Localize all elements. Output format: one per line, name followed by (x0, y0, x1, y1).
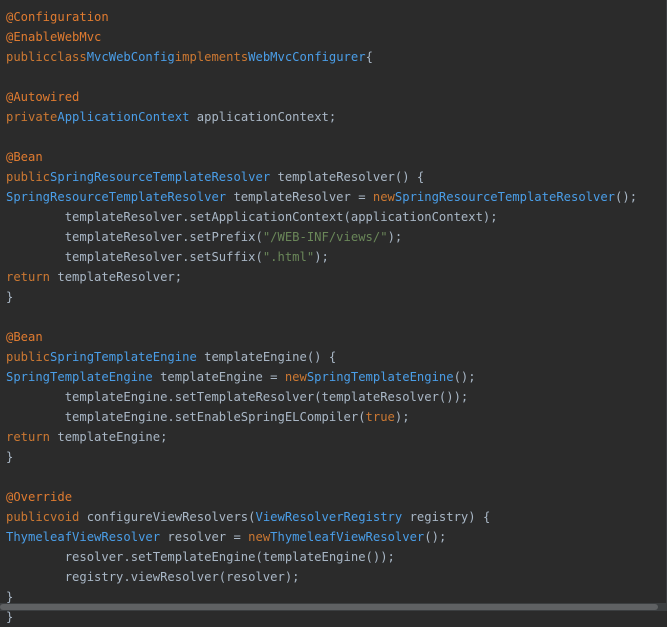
horizontal-scrollbar[interactable] (0, 603, 666, 611)
code-token-plain: templateResolver() { (270, 170, 425, 184)
code-token-plain: registry) { (402, 510, 491, 524)
code-line: publicclassMvcWebConfigimplementsWebMvcC… (6, 47, 666, 67)
code-line: @Autowired (6, 87, 666, 107)
code-token-plain: (); (453, 370, 476, 384)
code-token-plain: (); (615, 190, 638, 204)
code-token-keyword: return (6, 270, 51, 284)
code-token-type: SpringTemplateEngine (6, 370, 153, 384)
code-line: SpringTemplateEngine templateEngine = ne… (6, 367, 666, 387)
code-token-plain: ); (394, 410, 410, 424)
code-token-plain: { (365, 50, 373, 64)
code-token-plain: } (6, 450, 14, 464)
code-token-type: WebMvcConfigurer (248, 50, 366, 64)
code-token-keyword: private (6, 110, 58, 124)
code-token-annotation: @Bean (6, 330, 43, 344)
code-token-plain: templateEngine.setEnableSpringELCompiler… (6, 410, 366, 424)
code-line: return templateResolver; (6, 267, 666, 287)
code-line: SpringResourceTemplateResolver templateR… (6, 187, 666, 207)
code-token-annotation: @Configuration (6, 10, 109, 24)
code-line: } (6, 287, 666, 307)
code-line: templateEngine.setTemplateResolver(templ… (6, 387, 666, 407)
code-token-plain: applicationContext; (189, 110, 337, 124)
code-token-type: ThymeleafViewResolver (270, 530, 425, 544)
code-token-plain: templateResolver = (226, 190, 373, 204)
code-line: return templateEngine; (6, 427, 666, 447)
code-line: templateResolver.setApplicationContext(a… (6, 207, 666, 227)
code-line: resolver.setTemplateEngine(templateEngin… (6, 547, 666, 567)
code-token-type: ThymeleafViewResolver (6, 530, 161, 544)
code-token-keyword: publicclass (6, 50, 87, 64)
code-line: } (6, 447, 666, 467)
code-token-keyword: return (6, 430, 51, 444)
code-token-plain: templateEngine = (152, 370, 285, 384)
code-token-plain: resolver = (160, 530, 249, 544)
code-token-plain: templateResolver.setPrefix( (6, 230, 263, 244)
code-token-type: SpringResourceTemplateResolver (6, 190, 227, 204)
code-line: privateApplicationContext applicationCon… (6, 107, 666, 127)
code-token-type: SpringTemplateEngine (306, 370, 454, 384)
code-token-plain: templateResolver.setApplicationContext(a… (6, 210, 498, 224)
code-area: @Configuration @EnableWebMvc publicclassMv… (6, 7, 666, 627)
code-token-annotation: @EnableWebMvc (6, 30, 102, 44)
code-token-plain: templateResolver; (50, 270, 183, 284)
code-token-string: ".html" (262, 250, 315, 264)
code-token-keyword: new (248, 530, 271, 544)
code-line: registry.viewResolver(resolver); (6, 567, 666, 587)
scrollbar-thumb[interactable] (0, 604, 658, 610)
code-line: @Bean (6, 327, 666, 347)
code-token-plain: templateEngine() { (196, 350, 337, 364)
code-editor: @Configuration @EnableWebMvc publicclassMv… (0, 0, 667, 624)
code-token-plain: } (6, 290, 14, 304)
code-line: @Bean (6, 147, 666, 167)
code-token-type: ViewResolverRegistry (255, 510, 403, 524)
code-token-plain: } (6, 610, 14, 624)
code-token-plain: resolver.setTemplateEngine(templateEngin… (6, 550, 395, 564)
code-token-plain: } (6, 590, 14, 604)
code-token-plain: configureViewResolvers( (79, 510, 256, 524)
code-token-annotation: @Override (6, 490, 73, 504)
code-token-type: SpringResourceTemplateResolver (394, 190, 616, 204)
code-token-plain: registry.viewResolver(resolver); (6, 570, 300, 584)
code-line: @Override (6, 487, 666, 507)
code-token-type: SpringTemplateEngine (50, 350, 197, 364)
code-token-type: ApplicationContext (57, 110, 190, 124)
code-token-plain: ); (314, 250, 329, 264)
code-line: @EnableWebMvc (6, 27, 666, 47)
code-token-annotation: @Autowired (6, 90, 80, 104)
code-line: publicvoid configureViewResolvers(ViewRe… (6, 507, 666, 527)
code-line: templateResolver.setPrefix("/WEB-INF/vie… (6, 227, 666, 247)
code-token-keyword: public (6, 350, 51, 364)
code-token-keyword: publicvoid (6, 510, 80, 524)
code-token-plain: ); (387, 230, 403, 244)
code-line: ThymeleafViewResolver resolver = newThym… (6, 527, 666, 547)
code-token-string: "/WEB-INF/views/" (262, 230, 388, 244)
code-token-type: MvcWebConfig (86, 50, 175, 64)
code-line: publicSpringTemplateEngine templateEngin… (6, 347, 666, 367)
code-token-type: SpringResourceTemplateResolver (50, 170, 271, 184)
code-token-plain: templateEngine.setTemplateResolver(templ… (6, 390, 469, 404)
code-token-plain: templateResolver.setSuffix( (6, 250, 263, 264)
code-token-keyword: new (284, 370, 307, 384)
code-token-keyword: new (372, 190, 395, 204)
code-token-keyword: public (6, 170, 51, 184)
code-line: templateResolver.setSuffix(".html"); (6, 247, 666, 267)
code-token-annotation: @Bean (6, 150, 43, 164)
code-token-plain: templateEngine; (50, 430, 168, 444)
code-line: @Configuration (6, 7, 666, 27)
code-token-keyword: implements (174, 50, 249, 64)
code-line: templateEngine.setEnableSpringELCompiler… (6, 407, 666, 427)
code-token-plain: (); (424, 530, 447, 544)
code-line: publicSpringResourceTemplateResolver tem… (6, 167, 666, 187)
code-token-keyword: true (365, 410, 395, 424)
